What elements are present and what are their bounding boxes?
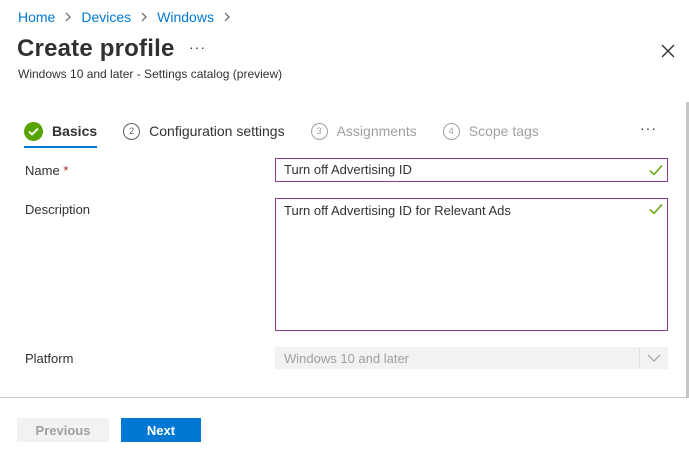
step-number: 2 [123,122,141,140]
name-input[interactable]: Turn off Advertising ID [275,158,668,182]
description-value: Turn off Advertising ID for Relevant Ads [284,203,511,218]
description-textarea[interactable]: Turn off Advertising ID for Relevant Ads [275,198,668,331]
checkmark-icon [649,164,663,176]
page-title: Create profile [17,35,175,62]
breadcrumb-windows[interactable]: Windows [157,9,214,25]
breadcrumb: Home Devices Windows [18,9,240,25]
chevron-right-icon [139,12,149,22]
platform-label: Platform [25,351,74,366]
wizard-steps: Basics 2 Configuration settings 3 Assign… [24,118,565,148]
platform-value: Windows 10 and later [284,351,410,366]
chevron-down-icon [639,348,667,368]
step-number: 3 [310,122,328,140]
name-input-value: Turn off Advertising ID [284,162,412,177]
steps-more-icon[interactable]: ··· [640,120,657,136]
chevron-right-icon [222,12,232,22]
more-options-icon[interactable]: ··· [189,39,206,55]
footer-divider [0,397,689,398]
breadcrumb-home[interactable]: Home [18,9,55,25]
step-label: Assignments [336,123,417,139]
tab-assignments[interactable]: 3 Assignments [310,118,417,144]
step-number: 4 [442,122,460,140]
name-label-text: Name [25,163,60,178]
checkmark-circle-icon [24,121,43,141]
checkmark-icon [649,203,663,215]
page-subtitle: Windows 10 and later - Settings catalog … [18,67,283,81]
breadcrumb-devices[interactable]: Devices [81,9,131,25]
name-label: Name * [25,163,68,178]
previous-button[interactable]: Previous [17,418,109,442]
description-label: Description [25,202,91,217]
next-button[interactable]: Next [121,418,201,442]
close-icon[interactable] [659,42,677,60]
platform-select[interactable]: Windows 10 and later [275,347,668,369]
tab-basics[interactable]: Basics [24,118,98,148]
tab-configuration-settings[interactable]: 2 Configuration settings [123,118,285,144]
step-label: Basics [52,123,98,139]
required-marker: * [63,163,69,178]
chevron-right-icon [63,12,73,22]
tab-scope-tags[interactable]: 4 Scope tags [442,118,539,144]
step-label: Configuration settings [149,123,285,139]
step-label: Scope tags [468,123,539,139]
